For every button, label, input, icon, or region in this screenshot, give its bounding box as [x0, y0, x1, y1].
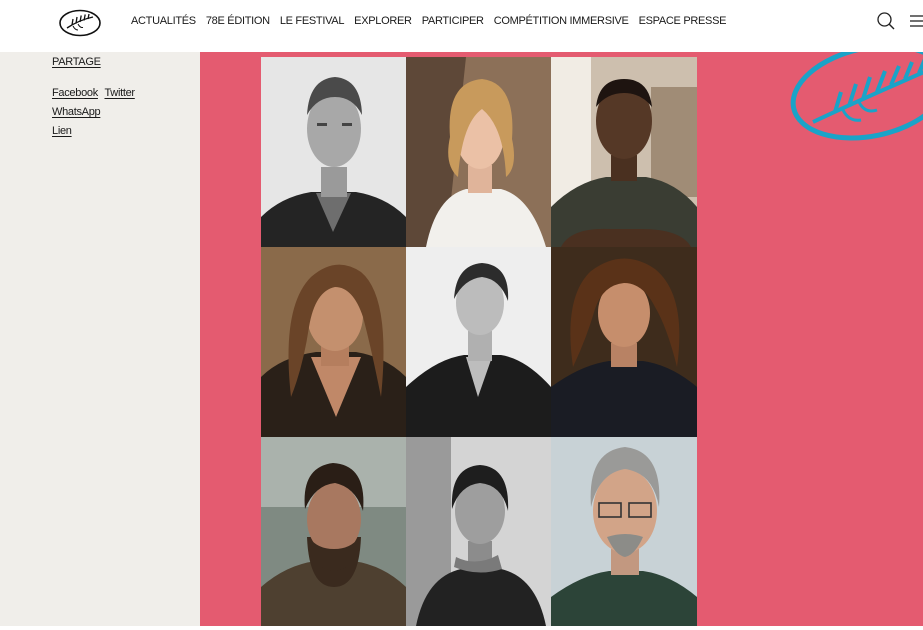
jury-portrait-2[interactable]	[406, 57, 551, 247]
share-links: Facebook Twitter WhatsApp Lien	[52, 84, 192, 141]
page-bottom-strip	[0, 626, 923, 630]
share-whatsapp-link[interactable]: WhatsApp	[52, 106, 101, 118]
jury-portrait-5[interactable]	[406, 247, 551, 437]
share-lien-link[interactable]: Lien	[52, 125, 72, 137]
jury-portrait-9[interactable]	[551, 437, 697, 626]
jury-portrait-6[interactable]	[551, 247, 697, 437]
main-nav: ACTUALITÉS 78E ÉDITION LE FESTIVAL EXPLO…	[131, 13, 736, 29]
jury-portrait-3[interactable]	[551, 57, 697, 247]
share-title: PARTAGE	[52, 56, 101, 68]
cannes-palm-logo-icon[interactable]	[57, 6, 103, 40]
nav-participer[interactable]: PARTICIPER	[422, 15, 484, 27]
hamburger-menu-icon[interactable]	[908, 12, 923, 30]
nav-le-festival[interactable]: LE FESTIVAL	[280, 15, 345, 27]
nav-competition-immersive[interactable]: COMPÉTITION IMMERSIVE	[494, 15, 629, 27]
share-twitter-link[interactable]: Twitter	[104, 87, 135, 99]
jury-visual-area	[200, 52, 923, 626]
jury-portrait-1[interactable]	[261, 57, 406, 247]
site-header: ACTUALITÉS 78E ÉDITION LE FESTIVAL EXPLO…	[0, 0, 923, 52]
search-icon[interactable]	[876, 11, 896, 31]
nav-explorer[interactable]: EXPLORER	[354, 15, 412, 27]
cannes-palm-badge-icon	[785, 52, 923, 146]
nav-espace-presse[interactable]: ESPACE PRESSE	[639, 15, 727, 27]
jury-portrait-8[interactable]	[406, 437, 551, 626]
jury-portrait-4[interactable]	[261, 247, 406, 437]
jury-portrait-7[interactable]	[261, 437, 406, 626]
jury-portrait-grid	[261, 57, 697, 626]
share-facebook-link[interactable]: Facebook	[52, 87, 98, 99]
share-sidebar: PARTAGE Facebook Twitter WhatsApp Lien	[0, 52, 200, 626]
nav-actualites[interactable]: ACTUALITÉS	[131, 15, 196, 27]
nav-78e-edition[interactable]: 78E ÉDITION	[206, 15, 270, 27]
